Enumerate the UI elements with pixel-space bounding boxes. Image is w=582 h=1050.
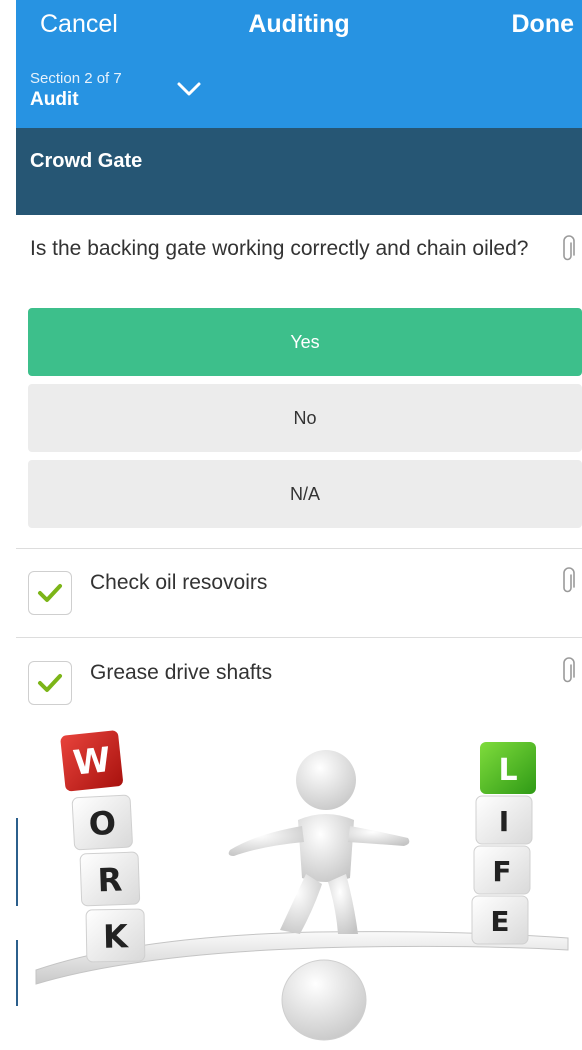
divider (16, 548, 582, 549)
checklist-item-oil: Check oil resovoirs (16, 565, 582, 625)
cube-letter: E (490, 905, 509, 938)
work-cubes: W O R K (60, 730, 146, 963)
life-cubes: L I F E (471, 742, 536, 945)
answer-no-button[interactable]: No (28, 384, 582, 452)
divider (16, 818, 18, 906)
checkmark-icon (38, 674, 62, 692)
cube-letter: F (492, 855, 511, 888)
divider (16, 637, 582, 638)
answer-label: Yes (290, 331, 320, 352)
done-button[interactable]: Done (512, 10, 575, 39)
section-picker[interactable]: Section 2 of 7 Audit (30, 70, 230, 118)
checkmark-icon (38, 584, 62, 602)
divider (16, 940, 18, 1006)
group-header: Crowd Gate (16, 128, 582, 215)
group-title: Crowd Gate (30, 150, 143, 172)
checklist-label: Check oil resovoirs (90, 571, 268, 594)
cube-letter: I (499, 805, 509, 838)
question-text: Is the backing gate working correctly an… (30, 237, 529, 260)
paperclip-icon[interactable] (560, 657, 576, 685)
checklist-label: Grease drive shafts (90, 661, 273, 684)
checklist-item-grease: Grease drive shafts (16, 655, 582, 715)
answer-label: No (293, 407, 317, 428)
work-life-balance-image: W O R K L I F E (16, 708, 582, 1050)
cube-letter: K (103, 917, 130, 955)
checkbox[interactable] (28, 661, 72, 705)
cube-letter: O (88, 804, 117, 843)
cube-letter: R (97, 861, 123, 900)
page-title: Auditing (248, 10, 350, 38)
answer-na-button[interactable]: N/A (28, 460, 582, 528)
answer-yes-button[interactable]: Yes (28, 308, 582, 376)
checkbox[interactable] (28, 571, 72, 615)
audit-screen: Cancel Auditing Done Section 2 of 7 Audi… (16, 0, 582, 1050)
chevron-down-icon (177, 82, 201, 96)
answer-label: N/A (289, 483, 320, 504)
cube-letter: W (71, 740, 112, 784)
balancing-figure (228, 750, 410, 934)
fulcrum (281, 959, 367, 1041)
nav-bar: Cancel Auditing Done Section 2 of 7 Audi… (16, 0, 582, 128)
cube-letter: L (498, 753, 517, 788)
paperclip-icon[interactable] (560, 567, 576, 595)
paperclip-icon[interactable] (560, 235, 576, 263)
